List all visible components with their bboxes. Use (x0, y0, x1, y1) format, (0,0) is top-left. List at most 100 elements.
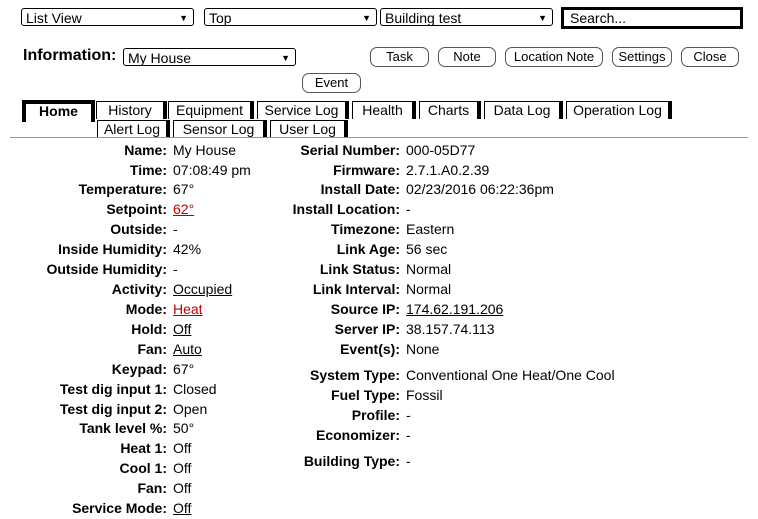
tab-equipment[interactable]: Equipment (168, 101, 254, 119)
left-label: Hold: (131, 321, 167, 337)
event-button[interactable]: Event (302, 73, 361, 93)
right-value: - (406, 201, 411, 217)
left-label: Fan: (137, 480, 167, 496)
right-label: Economizer: (315, 427, 400, 443)
left-link-value[interactable]: 62° (173, 201, 194, 217)
right-label: Install Location: (292, 201, 400, 217)
left-link-value[interactable]: Auto (173, 341, 202, 357)
tab-service-log[interactable]: Service Log (257, 101, 349, 119)
right-label: Event(s): (340, 341, 400, 357)
tab-charts[interactable]: Charts (419, 101, 481, 119)
tab-data-log[interactable]: Data Log (484, 101, 563, 119)
tab-health[interactable]: Health (352, 101, 416, 119)
tab-alert-log[interactable]: Alert Log (97, 120, 170, 138)
chevron-down-icon: ▼ (538, 13, 547, 23)
search-input[interactable]: Search... (561, 7, 743, 29)
settings-button[interactable]: Settings (612, 47, 672, 67)
left-value: 42% (173, 241, 202, 257)
right-value: Fossil (406, 387, 443, 403)
scope-select-value: Top (209, 10, 232, 26)
left-label: Name: (124, 142, 167, 158)
right-value: Normal (406, 261, 452, 277)
tab-divider (10, 137, 748, 138)
tab-operation-log[interactable]: Operation Log (566, 101, 672, 119)
left-value: Open (173, 401, 208, 417)
tab-sensor-log[interactable]: Sensor Log (173, 120, 267, 138)
view-select-value: List View (26, 10, 82, 26)
chevron-down-icon: ▼ (362, 13, 371, 23)
right-label: Building Type: (303, 453, 400, 469)
left-value: - (173, 261, 178, 277)
right-label: Link Interval: (312, 281, 400, 297)
right-label: Link Age: (336, 241, 400, 257)
task-button[interactable]: Task (370, 47, 429, 67)
left-label: Temperature: (78, 181, 167, 197)
right-value: - (406, 453, 411, 469)
left-value: 67° (173, 361, 195, 377)
left-label: Cool 1: (119, 460, 167, 476)
right-label: Serial Number: (300, 142, 400, 158)
right-label: System Type: (310, 367, 400, 383)
right-value: 02/23/2016 06:22:36pm (406, 181, 554, 197)
left-value: My House (173, 142, 237, 158)
left-label: Time: (129, 162, 167, 178)
right-value: 38.157.74.113 (406, 321, 495, 337)
right-label: Install Date: (320, 181, 400, 197)
right-value: 56 sec (406, 241, 448, 257)
right-value: Eastern (406, 221, 455, 237)
left-value: Off (173, 440, 192, 456)
left-label: Test dig input 2: (59, 401, 167, 417)
left-value: 07:08:49 pm (173, 162, 251, 178)
right-value: 2.7.1.A0.2.39 (406, 162, 490, 178)
left-label: Setpoint: (106, 201, 167, 217)
note-button[interactable]: Note (438, 47, 496, 67)
left-label: Keypad: (111, 361, 167, 377)
tab-home[interactable]: Home (22, 100, 95, 122)
tab-history[interactable]: History (96, 101, 167, 119)
right-label: Source IP: (330, 301, 400, 317)
search-placeholder: Search... (570, 10, 627, 26)
left-value: Off (173, 460, 192, 476)
chevron-down-icon: ▼ (179, 13, 188, 23)
left-label: Mode: (125, 301, 167, 317)
location-select[interactable]: My House ▼ (123, 48, 296, 66)
right-link-value[interactable]: 174.62.191.206 (406, 301, 503, 317)
left-link-value[interactable]: Occupied (173, 281, 232, 297)
close-button[interactable]: Close (681, 47, 739, 67)
left-link-value[interactable]: Heat (173, 301, 203, 317)
tab-user-log[interactable]: User Log (270, 120, 348, 138)
chevron-down-icon: ▼ (281, 53, 290, 63)
information-label: Information: (23, 47, 117, 64)
left-label: Service Mode: (72, 500, 167, 516)
left-label: Test dig input 1: (59, 381, 167, 397)
left-value: 67° (173, 181, 195, 197)
right-label: Profile: (351, 407, 400, 423)
left-value: Closed (173, 381, 217, 397)
left-value: Off (173, 480, 192, 496)
left-label: Fan: (137, 341, 167, 357)
left-link-value[interactable]: Off (173, 500, 191, 516)
left-label: Heat 1: (120, 440, 167, 456)
left-link-value[interactable]: Off (173, 321, 191, 337)
left-label: Tank level %: (79, 420, 167, 436)
right-value: - (406, 407, 411, 423)
location-select-value: My House (128, 50, 192, 66)
building-select-value: Building test (385, 10, 462, 26)
left-label: Inside Humidity: (58, 241, 167, 257)
location-note-button[interactable]: Location Note (505, 47, 603, 67)
left-value: 50° (173, 420, 195, 436)
right-label: Link Status: (319, 261, 400, 277)
scope-select[interactable]: Top ▼ (204, 8, 377, 26)
right-label: Server IP: (334, 321, 400, 337)
building-select[interactable]: Building test ▼ (380, 8, 553, 26)
right-value: Conventional One Heat/One Cool (406, 367, 615, 383)
right-value: None (406, 341, 440, 357)
right-value: - (406, 427, 411, 443)
right-label: Timezone: (331, 221, 400, 237)
right-label: Firmware: (333, 162, 400, 178)
right-value: Normal (406, 281, 452, 297)
left-label: Outside Humidity: (46, 261, 167, 277)
right-label: Fuel Type: (331, 387, 400, 403)
view-select[interactable]: List View ▼ (21, 8, 194, 26)
left-label: Activity: (111, 281, 167, 297)
